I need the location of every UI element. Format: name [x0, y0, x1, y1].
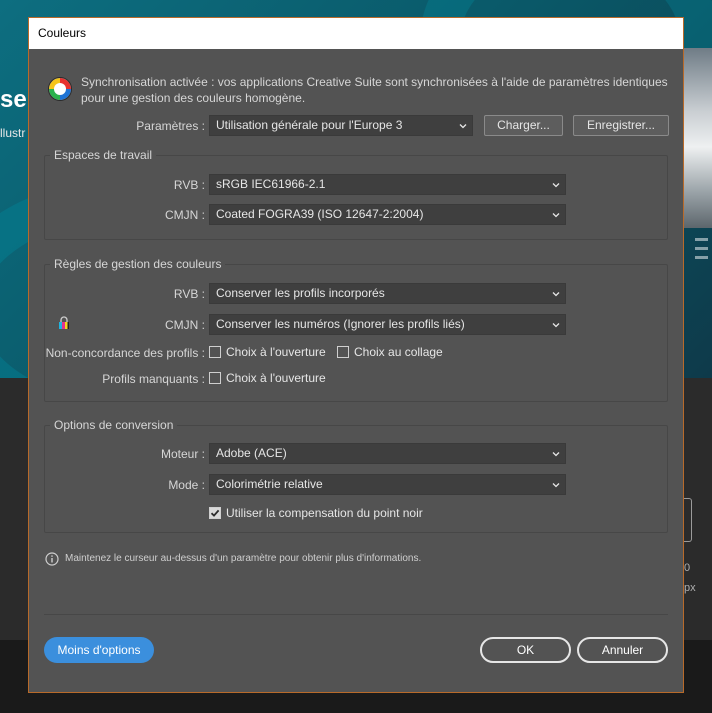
intent-label: Mode : [168, 478, 205, 492]
black-point-compensation-label[interactable]: Utiliser la compensation du point noir [226, 506, 423, 520]
working-spaces-title: Espaces de travail [50, 148, 157, 162]
color-wheel-icon [48, 77, 72, 101]
chevron-down-icon [459, 124, 467, 129]
intent-value: Colorimétrie relative [216, 477, 323, 491]
mismatch-paste-label[interactable]: Choix au collage [354, 345, 443, 359]
intent-select[interactable]: Colorimétrie relative [209, 474, 566, 495]
missing-open-checkbox[interactable] [209, 372, 221, 384]
engine-select[interactable]: Adobe (ACE) [209, 443, 566, 464]
policy-rgb-label: RVB : [173, 287, 205, 301]
footer-divider [44, 614, 668, 615]
ok-button[interactable]: OK [480, 637, 571, 663]
conversion-options-title: Options de conversion [50, 418, 178, 432]
policy-cmyk-label: CMJN : [165, 318, 205, 332]
save-button[interactable]: Enregistrer... [573, 115, 669, 136]
engine-value: Adobe (ACE) [216, 446, 287, 460]
black-point-compensation-checkbox[interactable] [209, 507, 221, 519]
load-button[interactable]: Charger... [484, 115, 563, 136]
working-cmyk-select[interactable]: Coated FOGRA39 (ISO 12647-2:2004) [209, 204, 566, 225]
background-card [684, 498, 692, 542]
engine-label: Moteur : [160, 447, 205, 461]
working-rgb-label: RVB : [173, 178, 205, 192]
chevron-down-icon [552, 452, 560, 457]
settings-select[interactable]: Utilisation générale pour l'Europe 3 [209, 115, 473, 136]
info-icon [45, 552, 59, 566]
chevron-down-icon [552, 213, 560, 218]
profile-mismatch-label: Non-concordance des profils : [45, 346, 205, 360]
dialog-title[interactable]: Couleurs [29, 18, 683, 49]
settings-select-value: Utilisation générale pour l'Europe 3 [216, 118, 403, 132]
fewer-options-button[interactable]: Moins d'options [44, 637, 154, 663]
checkmark-icon [210, 509, 220, 517]
working-cmyk-label: CMJN : [165, 208, 205, 222]
chevron-down-icon [552, 323, 560, 328]
sync-message: Synchronisation activée : vos applicatio… [81, 75, 668, 105]
settings-label: Paramètres : [136, 119, 205, 133]
working-rgb-select[interactable]: sRGB IEC61966-2.1 [209, 174, 566, 195]
working-rgb-value: sRGB IEC61966-2.1 [216, 177, 326, 191]
policy-cmyk-value: Conserver les numéros (Ignorer les profi… [216, 317, 465, 331]
chevron-down-icon [552, 183, 560, 188]
mismatch-paste-checkbox[interactable] [337, 346, 349, 358]
background-text-lines [683, 232, 712, 276]
lock-icon [59, 316, 69, 329]
policy-rgb-value: Conserver les profils incorporés [216, 286, 385, 300]
color-policies-title: Règles de gestion des couleurs [50, 257, 226, 271]
background-side-value: 0 [684, 562, 691, 574]
mismatch-open-checkbox[interactable] [209, 346, 221, 358]
missing-open-label[interactable]: Choix à l'ouverture [226, 371, 326, 385]
working-spaces-group [44, 155, 668, 240]
chevron-down-icon [552, 483, 560, 488]
working-cmyk-value: Coated FOGRA39 (ISO 12647-2:2004) [216, 207, 424, 221]
policy-cmyk-select[interactable]: Conserver les numéros (Ignorer les profi… [209, 314, 566, 335]
color-settings-dialog: Couleurs Synchronisation activée : vos a… [28, 17, 684, 693]
mismatch-open-label[interactable]: Choix à l'ouverture [226, 345, 326, 359]
background-banner-subtitle: llustr [0, 126, 26, 140]
cancel-button[interactable]: Annuler [577, 637, 668, 663]
chevron-down-icon [552, 292, 560, 297]
missing-profiles-label: Profils manquants : [102, 372, 205, 386]
policy-rgb-select[interactable]: Conserver les profils incorporés [209, 283, 566, 304]
info-text: Maintenez le curseur au-dessus d'un para… [65, 553, 422, 564]
background-side-unit: px [684, 582, 696, 594]
background-photo [683, 48, 712, 228]
